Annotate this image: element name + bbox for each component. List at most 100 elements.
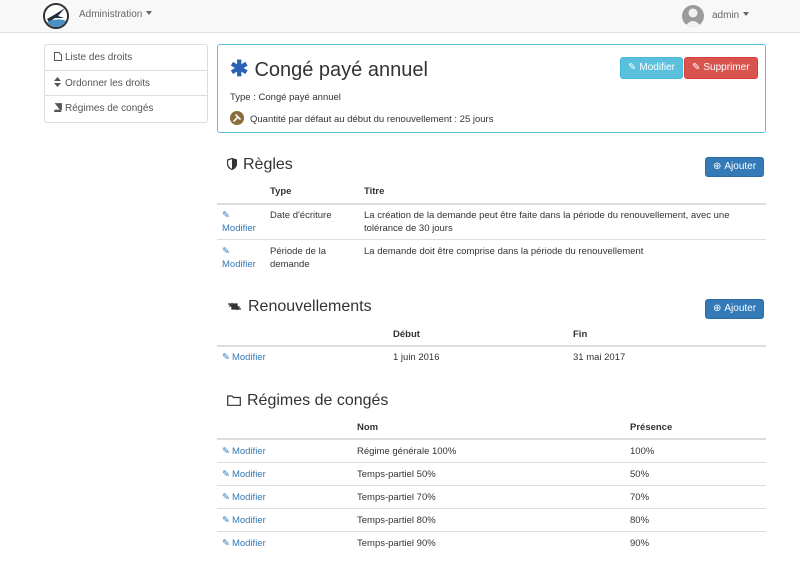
regime-row-5-presence: 90% — [630, 538, 650, 549]
chevron-down-icon — [146, 11, 153, 15]
regimes-col-presence: Présence — [630, 422, 673, 433]
rules-title-text: Règles — [243, 156, 293, 173]
rule-row-2-title: La demande doit être comprise dans la pé… — [364, 246, 644, 257]
page-title-text: Congé payé annuel — [254, 59, 428, 81]
divider — [217, 485, 766, 486]
edit-link-label: Modifier — [231, 515, 266, 526]
regime-row-3-name: Temps-partiel 70% — [357, 492, 436, 503]
edit-icon: ✎ — [222, 352, 230, 363]
avatar — [682, 5, 704, 27]
sidebar-item-label: Liste des droits — [65, 52, 133, 63]
renewal-row-1-start: 1 juin 2016 — [393, 352, 440, 363]
page-title: ✱ Congé payé annuel — [230, 56, 428, 82]
renewal-row-1-edit-link[interactable]: ✎ Modifier — [222, 351, 266, 364]
sidebar-item-liste-des-droits[interactable]: Liste des droits — [45, 45, 207, 71]
type-line: Type : Congé payé annuel — [230, 92, 341, 103]
plus-circle-icon: ⊕ — [713, 303, 722, 314]
edit-icon: ✎ — [628, 62, 637, 73]
edit-link-label: Modifier — [231, 446, 266, 457]
regime-row-2-edit-link[interactable]: ✎ Modifier — [222, 468, 266, 481]
sort-icon — [54, 72, 63, 97]
shield-icon — [226, 157, 238, 175]
rule-row-2-edit-link[interactable]: ✎ Modifier — [222, 245, 266, 271]
folder-icon — [227, 393, 241, 411]
swallow-logo-icon[interactable] — [43, 3, 69, 29]
delete-button[interactable]: ✎ Supprimer — [684, 57, 758, 79]
edit-icon: ✎ — [222, 515, 230, 526]
rule-row-1-type: Date d'écriture — [270, 210, 332, 221]
rule-row-1-edit-link[interactable]: ✎ Modifier — [222, 209, 266, 235]
rules-section-title: Règles — [226, 156, 293, 175]
edit-link-label: Modifier — [222, 223, 256, 234]
book-icon — [54, 97, 63, 122]
rules-col-type: Type — [270, 186, 292, 197]
divider — [217, 508, 766, 509]
regime-row-1-edit-link[interactable]: ✎ Modifier — [222, 445, 266, 458]
edit-link-label: Modifier — [231, 538, 266, 549]
rule-row-2-type: Période de la demande — [270, 246, 326, 270]
regime-row-1-presence: 100% — [630, 446, 655, 457]
renewal-row-1-end: 31 mai 2017 — [573, 352, 626, 363]
add-rule-label: Ajouter — [724, 161, 757, 172]
regime-row-3-presence: 70% — [630, 492, 650, 503]
edit-icon: ✎ — [222, 538, 230, 549]
user-name: admin — [712, 10, 750, 21]
divider — [217, 345, 766, 347]
chevron-down-icon — [743, 12, 750, 16]
user-name-label: admin — [712, 10, 740, 21]
add-renewal-button[interactable]: ⊕ Ajouter — [705, 299, 765, 319]
quantity-line: Quantité par défaut au début du renouvel… — [230, 111, 493, 125]
regime-row-2-presence: 50% — [630, 469, 650, 480]
asterisk-icon: ✱ — [230, 56, 249, 81]
regimes-col-name: Nom — [357, 422, 379, 433]
edit-icon: ✎ — [222, 210, 230, 221]
add-renewal-label: Ajouter — [724, 303, 757, 314]
divider — [217, 438, 766, 440]
sidebar-item-ordonner-les-droits[interactable]: Ordonner les droits — [45, 71, 207, 97]
leave-type-panel: ✱ Congé payé annuel ✎ Modifier ✎ Supprimer … — [217, 44, 766, 133]
add-rule-button[interactable]: ⊕ Ajouter — [705, 157, 765, 177]
regime-row-4-presence: 80% — [630, 515, 650, 526]
edit-link-label: Modifier — [231, 352, 266, 363]
administration-menu[interactable]: Administration — [79, 9, 153, 20]
rule-row-1-title: La création de la demande peut être fait… — [364, 210, 730, 234]
edit-button-label: Modifier — [639, 62, 675, 73]
regimes-section-title: Régimes de congés — [227, 392, 388, 411]
quantity-text: Quantité par défaut au début du renouvel… — [250, 114, 494, 125]
regime-row-5-name: Temps-partiel 90% — [357, 538, 436, 549]
regimes-title-text: Régimes de congés — [247, 392, 389, 409]
delete-button-label: Supprimer — [703, 62, 750, 73]
edit-link-label: Modifier — [231, 469, 266, 480]
regime-row-4-edit-link[interactable]: ✎ Modifier — [222, 514, 266, 527]
edit-link-label: Modifier — [231, 492, 266, 503]
edit-link-label: Modifier — [222, 259, 256, 270]
divider — [217, 531, 766, 532]
divider — [217, 203, 766, 205]
edit-icon: ✎ — [222, 446, 230, 457]
file-icon — [54, 46, 63, 71]
divider — [217, 462, 766, 463]
edit-icon: ✎ — [222, 246, 230, 257]
renewals-title-text: Renouvellements — [248, 298, 372, 315]
regime-row-4-name: Temps-partiel 80% — [357, 515, 436, 526]
administration-menu-label: Administration — [79, 9, 143, 20]
retweet-icon — [227, 299, 242, 317]
gavel-icon — [230, 111, 244, 125]
sidebar-item-label: Ordonner les droits — [65, 77, 151, 89]
renewals-section-title: Renouvellements — [227, 298, 372, 317]
edit-icon: ✎ — [222, 492, 230, 503]
rules-col-title: Titre — [364, 186, 385, 197]
divider — [217, 239, 766, 240]
edit-button[interactable]: ✎ Modifier — [620, 57, 683, 79]
renewals-col-end: Fin — [573, 329, 588, 340]
edit-icon: ✎ — [222, 469, 230, 480]
sidebar: Liste des droits Ordonner les droits Rég… — [44, 44, 208, 123]
edit-icon: ✎ — [692, 62, 701, 73]
regime-row-5-edit-link[interactable]: ✎ Modifier — [222, 537, 266, 550]
plus-circle-icon: ⊕ — [713, 161, 722, 172]
regime-row-3-edit-link[interactable]: ✎ Modifier — [222, 491, 266, 504]
renewals-col-start: Début — [393, 329, 420, 340]
top-navbar: Administration admin — [0, 0, 800, 33]
regime-row-1-name: Régime générale 100% — [357, 446, 457, 457]
sidebar-item-regimes-de-conges[interactable]: Régimes de congés — [45, 96, 207, 122]
